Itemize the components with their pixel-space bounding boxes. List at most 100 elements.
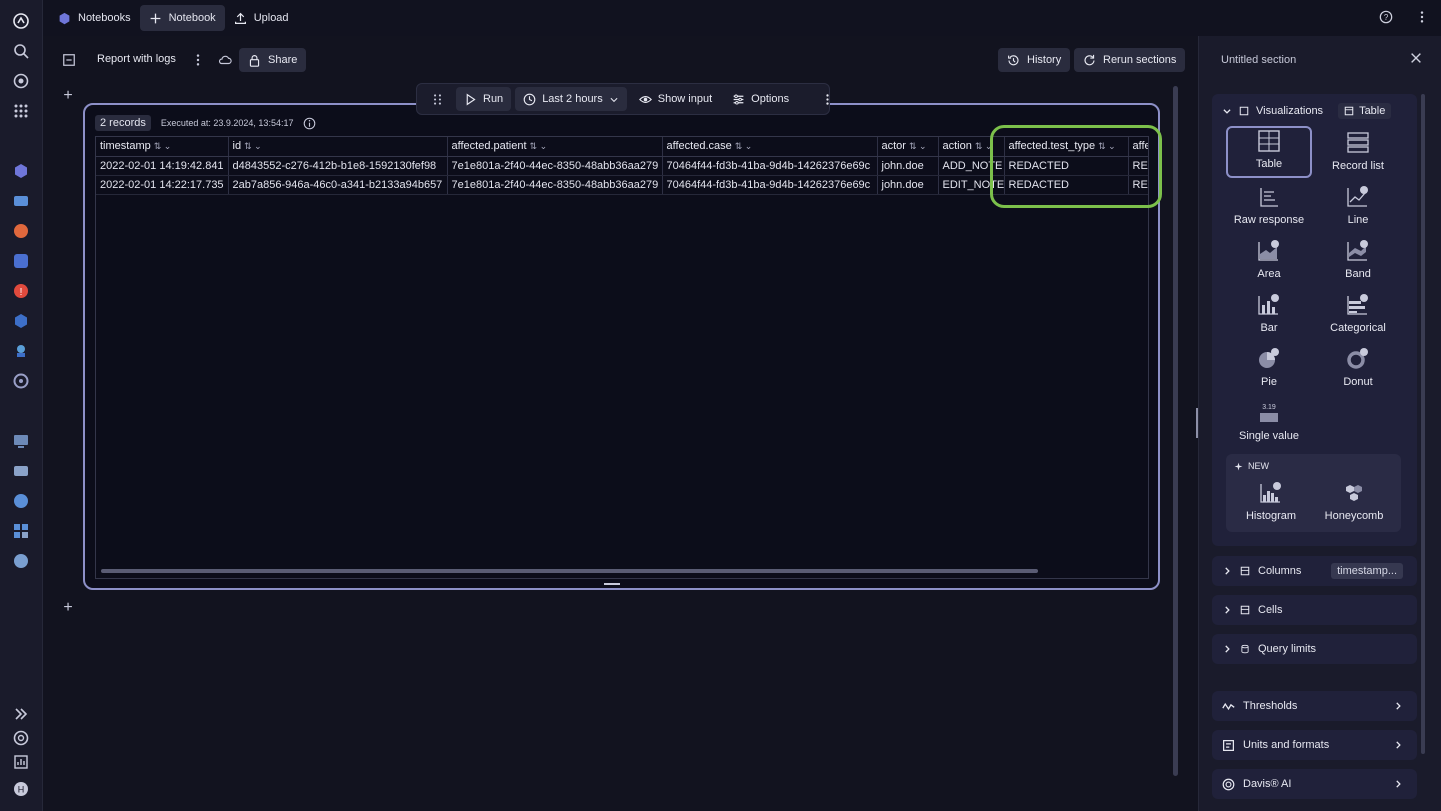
svg-text:!: !: [20, 287, 23, 298]
search-icon[interactable]: [12, 42, 30, 60]
options-button[interactable]: Options: [724, 87, 797, 111]
share-button[interactable]: Share: [239, 48, 306, 72]
cloud-app-icon[interactable]: [12, 462, 30, 480]
section-toolbar: Run Last 2 hours Show input Options: [416, 83, 830, 115]
column-header[interactable]: affected.patient⇅ ⌄: [447, 137, 662, 156]
new-notebook-button[interactable]: Notebook: [140, 5, 225, 31]
section-resize-handle[interactable]: [604, 583, 620, 585]
rerun-label: Rerun sections: [1103, 54, 1176, 66]
problems-app-icon[interactable]: !: [12, 282, 30, 300]
viz-option-histogram[interactable]: Histogram: [1228, 476, 1314, 528]
horizontal-scrollbar[interactable]: [101, 569, 1038, 573]
more-vertical-icon[interactable]: [1415, 10, 1429, 24]
history-label: History: [1027, 54, 1061, 66]
column-header[interactable]: affected.case⇅ ⌄: [662, 137, 877, 156]
viz-option-honeycomb[interactable]: Honeycomb: [1311, 476, 1397, 528]
viz-option-line[interactable]: Line: [1315, 180, 1401, 232]
table-cell[interactable]: 70464f44-fd3b-41ba-9d4b-14262376e69c: [662, 156, 877, 175]
viz-option-donut[interactable]: Donut: [1315, 342, 1401, 394]
result-table: timestamp⇅ ⌄ id⇅ ⌄ affected.patient⇅ ⌄ a…: [95, 136, 1149, 579]
viz-option-area[interactable]: Area: [1226, 234, 1312, 286]
expand-icon[interactable]: [12, 705, 30, 723]
table-cell[interactable]: 7e1e801a-2f40-44ec-8350-48abb36aa279: [447, 156, 662, 175]
notebook-menu-icon[interactable]: [189, 51, 207, 69]
viz-option-table[interactable]: Table: [1226, 126, 1312, 178]
table-cell[interactable]: 70464f44-fd3b-41ba-9d4b-14262376e69c: [662, 175, 877, 194]
section-more-icon[interactable]: [813, 87, 842, 111]
hub-app-icon[interactable]: [12, 552, 30, 570]
show-input-button[interactable]: Show input: [631, 87, 720, 111]
drag-handle-icon[interactable]: [423, 87, 452, 111]
help-center-icon[interactable]: [12, 729, 30, 747]
history-button[interactable]: History: [998, 48, 1070, 72]
donut-chart-icon: [1345, 347, 1371, 371]
viz-option-pie[interactable]: Pie: [1226, 342, 1312, 394]
viz-option-raw-response[interactable]: Raw response: [1226, 180, 1312, 232]
database-app-icon[interactable]: [12, 492, 30, 510]
infrastructure-app-icon[interactable]: [12, 312, 30, 330]
table-cell[interactable]: d4843552-c276-412b-b1e8-1592130fef98: [228, 156, 447, 175]
viz-option-single-value[interactable]: 3.19 Single value: [1226, 396, 1312, 448]
notebook-title[interactable]: Report with logs: [97, 53, 176, 65]
info-icon[interactable]: [303, 117, 316, 130]
notebooks-app-icon[interactable]: [12, 162, 30, 180]
viz-option-record-list[interactable]: Record list: [1315, 126, 1401, 178]
add-section-bottom-icon[interactable]: +: [61, 601, 75, 615]
panel-title[interactable]: Untitled section: [1221, 54, 1296, 66]
outline-toggle-icon[interactable]: [60, 51, 78, 69]
table-cell[interactable]: 2022-02-01 14:22:17.735: [96, 175, 228, 194]
chevron-right-icon: [1222, 605, 1232, 615]
units-formats-link[interactable]: Units and formats: [1212, 730, 1417, 760]
rerun-sections-button[interactable]: Rerun sections: [1074, 48, 1185, 72]
thresholds-link[interactable]: Thresholds: [1212, 691, 1417, 721]
table-icon: [1240, 605, 1250, 615]
panel-scrollbar[interactable]: [1421, 94, 1425, 754]
dashboards-app-icon[interactable]: [12, 192, 30, 210]
help-icon[interactable]: ?: [1379, 10, 1393, 24]
run-button[interactable]: Run: [456, 87, 511, 111]
visualizations-header[interactable]: Visualizations Table: [1222, 103, 1391, 119]
monitor-app-icon[interactable]: [12, 432, 30, 450]
services-app-icon[interactable]: [12, 252, 30, 270]
visualizations-group: Visualizations Table Table Record list R…: [1212, 94, 1417, 546]
panel-resizer[interactable]: [1196, 408, 1198, 438]
upload-button[interactable]: Upload: [225, 5, 298, 31]
single-value-icon: 3.19: [1256, 401, 1282, 425]
observe-icon[interactable]: [12, 72, 30, 90]
column-highlight-annotation: [990, 125, 1162, 208]
table-cell[interactable]: 2022-02-01 14:19:42.841: [96, 156, 228, 175]
extensions-app-icon[interactable]: [12, 522, 30, 540]
column-header[interactable]: id⇅ ⌄: [228, 137, 447, 156]
add-section-top-icon[interactable]: +: [61, 89, 75, 103]
user-avatar-icon[interactable]: H: [12, 780, 30, 798]
play-icon: [464, 93, 477, 106]
table-cell[interactable]: john.doe: [877, 156, 938, 175]
cells-accordion[interactable]: Cells: [1212, 595, 1417, 625]
notebooks-icon: [58, 12, 71, 25]
notebooks-breadcrumb[interactable]: Notebooks: [49, 5, 140, 31]
analytics-icon[interactable]: [12, 753, 30, 771]
timeframe-selector[interactable]: Last 2 hours: [515, 87, 627, 111]
viz-option-band[interactable]: Band: [1315, 234, 1401, 286]
logs-app-icon[interactable]: [12, 222, 30, 240]
units-label: Units and formats: [1243, 739, 1329, 751]
close-icon[interactable]: [1409, 51, 1423, 65]
viz-option-categorical[interactable]: Categorical: [1315, 288, 1401, 340]
canvas-scrollbar[interactable]: [1173, 86, 1178, 776]
table-cell[interactable]: 2ab7a856-946a-46c0-a341-b2133a94b657: [228, 175, 447, 194]
columns-accordion[interactable]: Columns timestamp...: [1212, 556, 1417, 586]
bar-chart-icon: [1256, 293, 1282, 317]
query-limits-accordion[interactable]: Query limits: [1212, 634, 1417, 664]
table-cell[interactable]: 7e1e801a-2f40-44ec-8350-48abb36aa279: [447, 175, 662, 194]
chevron-right-icon: [1393, 701, 1403, 711]
viz-option-bar[interactable]: Bar: [1226, 288, 1312, 340]
table-cell[interactable]: john.doe: [877, 175, 938, 194]
apps-grid-icon[interactable]: [12, 102, 30, 120]
column-header[interactable]: actor⇅ ⌄: [877, 137, 938, 156]
column-header[interactable]: timestamp⇅ ⌄: [96, 137, 228, 156]
davis-ai-link[interactable]: Davis® AI: [1212, 769, 1417, 799]
thresholds-label: Thresholds: [1243, 700, 1297, 712]
settings-app-icon[interactable]: [12, 372, 30, 390]
logo-icon[interactable]: [12, 12, 30, 30]
workflows-app-icon[interactable]: [12, 342, 30, 360]
